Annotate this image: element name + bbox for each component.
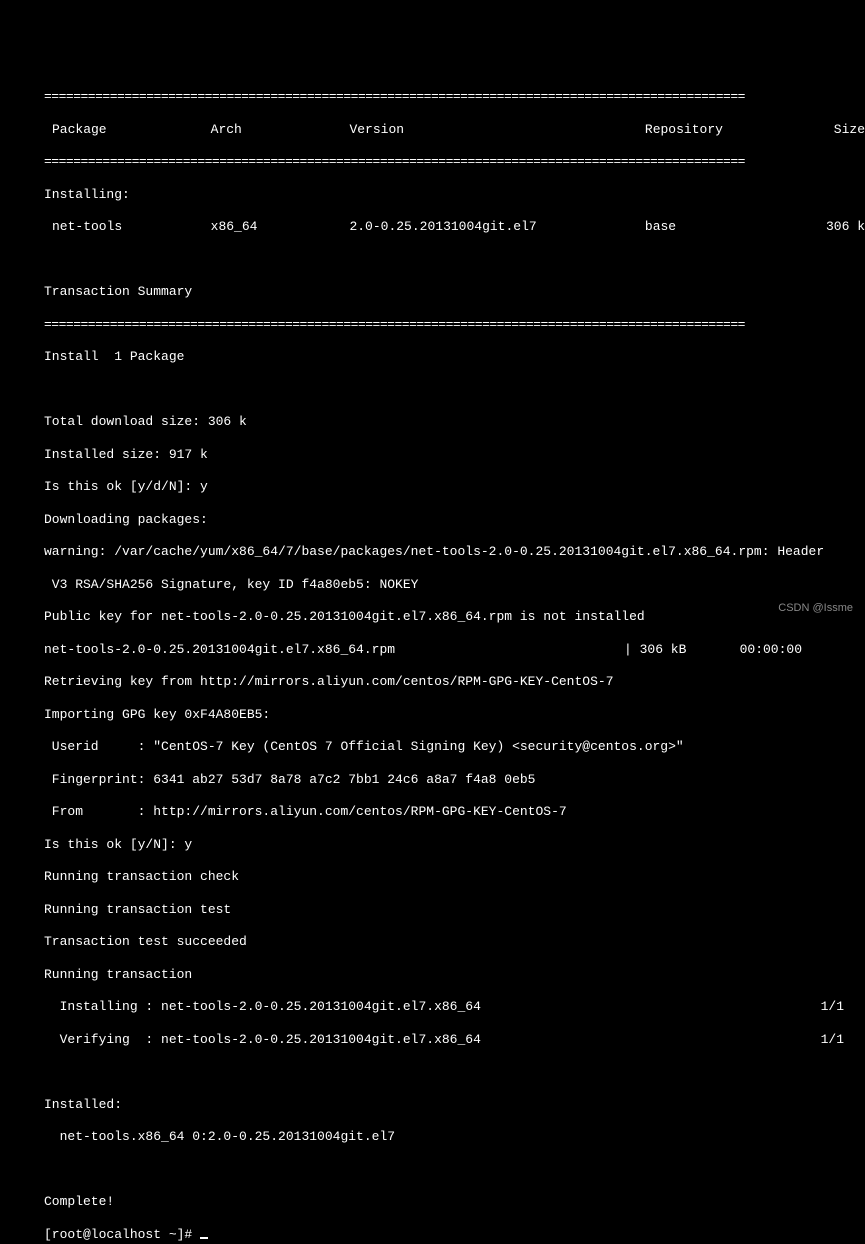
col-arch: Arch: [211, 122, 350, 138]
warning-line2: V3 RSA/SHA256 Signature, key ID f4a80eb5…: [44, 577, 865, 593]
col-size: Size: [813, 122, 865, 138]
running-transaction: Running transaction: [44, 967, 865, 983]
transaction-test-ok: Transaction test succeeded: [44, 934, 865, 950]
terminal-output[interactable]: ========================================…: [0, 73, 865, 1244]
divider: ========================================…: [44, 317, 865, 333]
installing-label: Installing:: [44, 187, 865, 203]
dl-time: 00:00:00: [724, 642, 804, 658]
installing-step: Installing : net-tools-2.0-0.25.20131004…: [44, 999, 844, 1015]
installed-package: net-tools.x86_64 0:2.0-0.25.20131004git.…: [44, 1129, 865, 1145]
download-progress: net-tools-2.0-0.25.20131004git.el7.x86_6…: [44, 642, 865, 658]
dl-size: | 306 kB: [624, 642, 724, 658]
from-line: From : http://mirrors.aliyun.com/centos/…: [44, 804, 865, 820]
pkg-repo: base: [645, 219, 814, 235]
pkg-name: net-tools: [44, 219, 211, 235]
package-row: net-toolsx86_642.0-0.25.20131004git.el7b…: [44, 219, 865, 235]
installed-label: Installed:: [44, 1097, 865, 1113]
pkg-arch: x86_64: [211, 219, 350, 235]
prompt-text: [root@localhost ~]#: [44, 1227, 200, 1242]
verify-count: 1/1: [804, 1032, 844, 1048]
summary-label: Transaction Summary: [44, 284, 865, 300]
cursor-icon: [200, 1237, 208, 1239]
table-header: PackageArchVersionRepositorySize: [44, 122, 865, 138]
watermark: CSDN @Issme: [778, 602, 853, 616]
col-package: Package: [44, 122, 211, 138]
install-count: 1/1: [804, 999, 844, 1015]
installed-size: Installed size: 917 k: [44, 447, 865, 463]
pkg-size: 306 k: [813, 219, 865, 235]
shell-prompt[interactable]: [root@localhost ~]#: [44, 1227, 865, 1243]
install-count: Install 1 Package: [44, 349, 865, 365]
downloading-label: Downloading packages:: [44, 512, 865, 528]
col-version: Version: [349, 122, 644, 138]
divider: ========================================…: [44, 154, 865, 170]
transaction-check: Running transaction check: [44, 869, 865, 885]
importing-key: Importing GPG key 0xF4A80EB5:: [44, 707, 865, 723]
verify-text: Verifying : net-tools-2.0-0.25.20131004g…: [44, 1032, 804, 1048]
confirm-prompt2: Is this ok [y/N]: y: [44, 837, 865, 853]
pubkey-line: Public key for net-tools-2.0-0.25.201310…: [44, 609, 865, 625]
complete-label: Complete!: [44, 1194, 865, 1210]
confirm-prompt: Is this ok [y/d/N]: y: [44, 479, 865, 495]
pkg-version: 2.0-0.25.20131004git.el7: [349, 219, 644, 235]
verifying-step: Verifying : net-tools-2.0-0.25.20131004g…: [44, 1032, 844, 1048]
dl-filename: net-tools-2.0-0.25.20131004git.el7.x86_6…: [44, 642, 624, 658]
download-size: Total download size: 306 k: [44, 414, 865, 430]
col-repo: Repository: [645, 122, 814, 138]
fingerprint-line: Fingerprint: 6341 ab27 53d7 8a78 a7c2 7b…: [44, 772, 865, 788]
transaction-test: Running transaction test: [44, 902, 865, 918]
install-text: Installing : net-tools-2.0-0.25.20131004…: [44, 999, 804, 1015]
retrieving-key: Retrieving key from http://mirrors.aliyu…: [44, 674, 865, 690]
divider: ========================================…: [44, 89, 865, 105]
userid-line: Userid : "CentOS-7 Key (CentOS 7 Officia…: [44, 739, 865, 755]
warning-line: warning: /var/cache/yum/x86_64/7/base/pa…: [44, 544, 865, 560]
